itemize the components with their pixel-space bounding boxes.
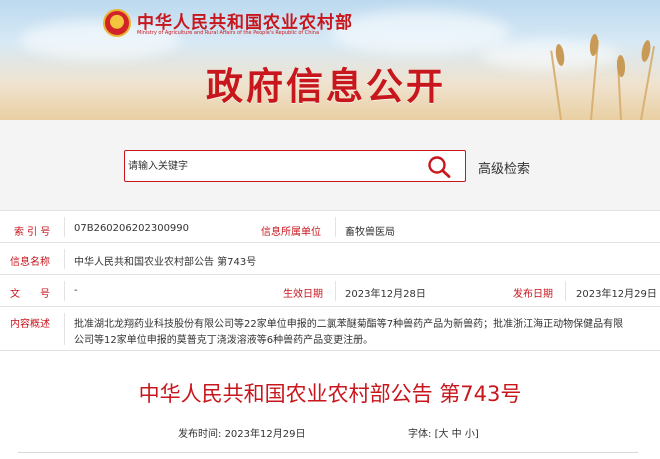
info-row-index: 索 引 号 07B260206202300990 信息所属单位 畜牧兽医局 — [0, 210, 660, 242]
document-title: 中华人民共和国农业农村部公告 第743号 — [138, 382, 522, 406]
search-area: 高级检索 — [0, 120, 660, 210]
summary-line-1: 批准湖北龙翔药业科技股份有限公司等22家单位申报的二氯苯醚菊酯等7种兽药产品为新… — [74, 319, 624, 330]
publish-time: 发布时间: 2023年12月29日 — [178, 425, 305, 440]
font-size-control: 字体: [大 中 小] — [408, 425, 479, 440]
font-size-label: 字体: — [408, 429, 432, 440]
publish-time-value: 2023年12月29日 — [224, 429, 306, 440]
font-large-button[interactable]: 大 — [438, 429, 448, 440]
org-label: 信息所属单位 — [261, 227, 321, 238]
ministry-name-english: Ministry of Agriculture and Rural Affair… — [137, 30, 320, 36]
header-banner: 中华人民共和国农业农村部 Ministry of Agriculture and… — [0, 0, 660, 120]
info-row-summary: 内容概述 批准湖北龙翔药业科技股份有限公司等22家单位申报的二氯苯醚菊酯等7种兽… — [0, 306, 660, 350]
publish-time-label: 发布时间: — [178, 429, 222, 440]
font-small-button[interactable]: 小 — [465, 429, 475, 440]
search-input[interactable] — [128, 154, 418, 178]
docno-label: 文 号 — [10, 289, 50, 300]
org-value: 畜牧兽医局 — [345, 227, 395, 238]
summary-label: 内容概述 — [10, 319, 50, 330]
advanced-search-link[interactable]: 高级检索 — [478, 158, 530, 177]
index-label: 索 引 号 — [14, 227, 51, 238]
index-value: 07B260206202300990 — [74, 223, 190, 234]
name-value: 中华人民共和国农业农村部公告 第743号 — [74, 257, 257, 268]
publish-date-value: 2023年12月29日 — [576, 289, 657, 300]
publish-date-label: 发布日期 — [513, 289, 553, 300]
docno-value: - — [74, 285, 78, 296]
effective-date-label: 生效日期 — [283, 289, 323, 300]
search-icon[interactable] — [426, 155, 452, 179]
effective-date-value: 2023年12月28日 — [345, 289, 426, 300]
font-medium-button[interactable]: 中 — [452, 429, 462, 440]
info-row-name: 信息名称 中华人民共和国农业农村部公告 第743号 — [0, 242, 660, 274]
info-row-docno: 文 号 - 生效日期 2023年12月28日 发布日期 2023年12月29日 — [0, 274, 660, 306]
divider — [18, 452, 638, 453]
page-title: 政府信息公开 — [206, 65, 446, 108]
summary-line-2: 公司等12家单位申报的莫普克丁浇泼溶液等6种兽药产品变更注册。 — [74, 335, 374, 346]
search-box — [124, 150, 466, 182]
font-bracket-close: ] — [474, 429, 479, 440]
name-label: 信息名称 — [10, 257, 50, 268]
national-emblem-icon — [103, 9, 131, 37]
